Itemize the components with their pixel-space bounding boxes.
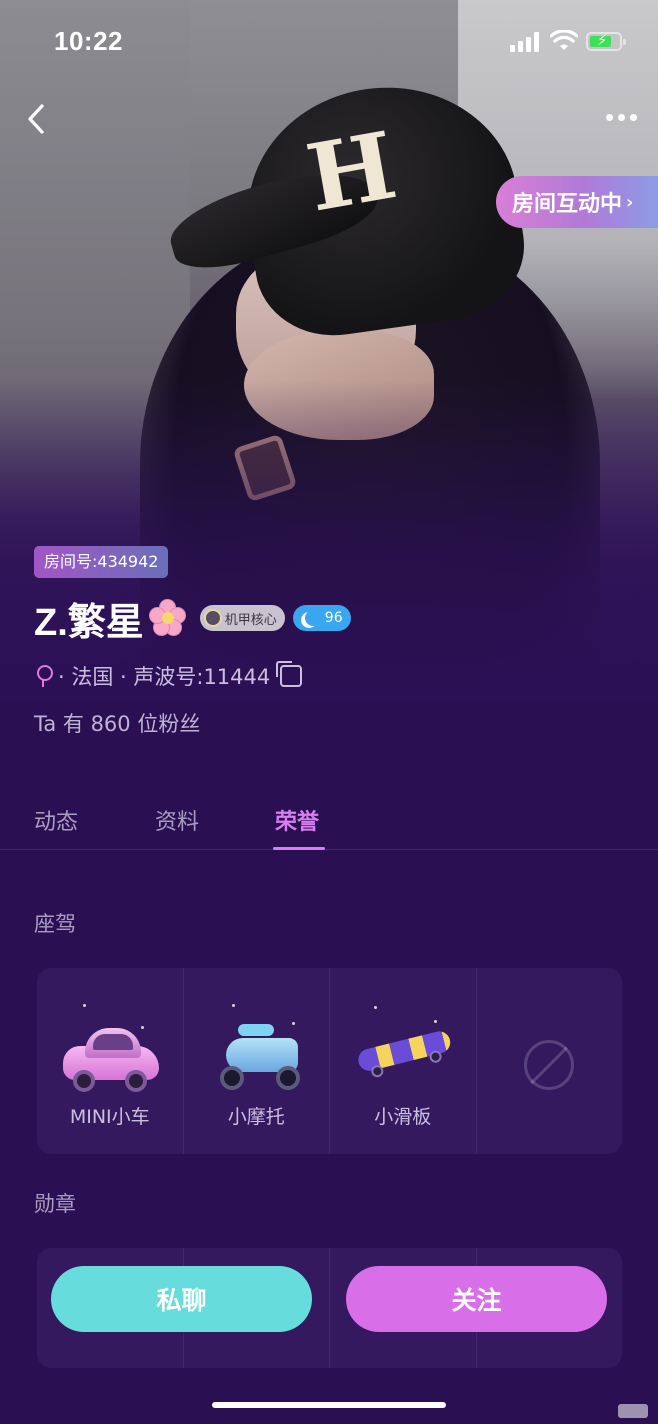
vehicle-label: 小滑板 (374, 1106, 432, 1128)
level-value: 96 (324, 610, 343, 626)
chevron-right-icon: › (626, 191, 634, 213)
mech-core-badge[interactable]: 机甲核心 (199, 605, 285, 631)
vehicle-item-empty (477, 968, 623, 1154)
battery-charging-icon: ⚡ (586, 31, 626, 51)
cap-illustration: H (162, 70, 538, 346)
private-chat-button[interactable]: 私聊 (51, 1266, 312, 1332)
pink-car-icon (63, 1026, 159, 1092)
watermark-badge (618, 1404, 648, 1418)
room-interacting-button[interactable]: 房间互动中 › (496, 176, 658, 228)
location-and-id: · 法国 · 声波号:11444 (58, 665, 271, 689)
user-nickname: Z.繁星 (34, 601, 144, 644)
blue-scooter-icon (218, 1020, 302, 1094)
room-pill-label: 房间互动中 (512, 192, 623, 217)
tab-moments[interactable]: 动态 (34, 804, 78, 836)
name-row: Z.繁星 机甲核心 96 (34, 590, 351, 646)
wifi-icon (550, 30, 578, 50)
tab-profile[interactable]: 资料 (155, 804, 199, 836)
vehicle-item[interactable]: MINI小车 (37, 968, 184, 1154)
mech-badge-icon (203, 609, 222, 627)
cellular-signal-icon (510, 32, 542, 52)
vehicle-label: 小摩托 (227, 1106, 285, 1128)
home-indicator[interactable] (212, 1402, 446, 1408)
vehicle-label: MINI小车 (69, 1106, 150, 1128)
moon-icon (305, 610, 321, 626)
mech-badge-label: 机甲核心 (224, 612, 277, 628)
follow-button[interactable]: 关注 (346, 1266, 607, 1332)
status-time: 10:22 (54, 26, 123, 56)
tab-honors[interactable]: 荣誉 (275, 804, 319, 836)
copy-icon[interactable] (276, 661, 303, 687)
profile-meta: · 法国 · 声波号:11444 (34, 660, 303, 692)
level-badge[interactable]: 96 (292, 605, 351, 631)
vehicles-section-title: 座驾 (34, 912, 76, 936)
room-id-badge[interactable]: 房间号:434942 (34, 546, 169, 578)
back-arrow-icon[interactable] (18, 100, 58, 140)
female-gender-icon (34, 664, 53, 688)
vehicle-item[interactable]: 小滑板 (330, 968, 477, 1154)
fans-count: Ta 有 860 位粉丝 (34, 712, 201, 736)
active-tab-indicator (273, 847, 325, 850)
vehicles-card: MINI小车 小摩托 小滑板 (37, 968, 622, 1154)
vehicle-item[interactable]: 小摩托 (184, 968, 330, 1154)
medals-section-title: 勋章 (34, 1192, 76, 1216)
skateboard-icon (355, 1023, 456, 1085)
more-options-icon[interactable] (600, 106, 644, 130)
cherry-blossom-icon (148, 598, 188, 638)
profile-tabs: 动态 资料 荣誉 (0, 790, 658, 850)
empty-slot-icon (524, 1040, 575, 1090)
status-bar: 10:22 ⚡ (0, 0, 658, 84)
